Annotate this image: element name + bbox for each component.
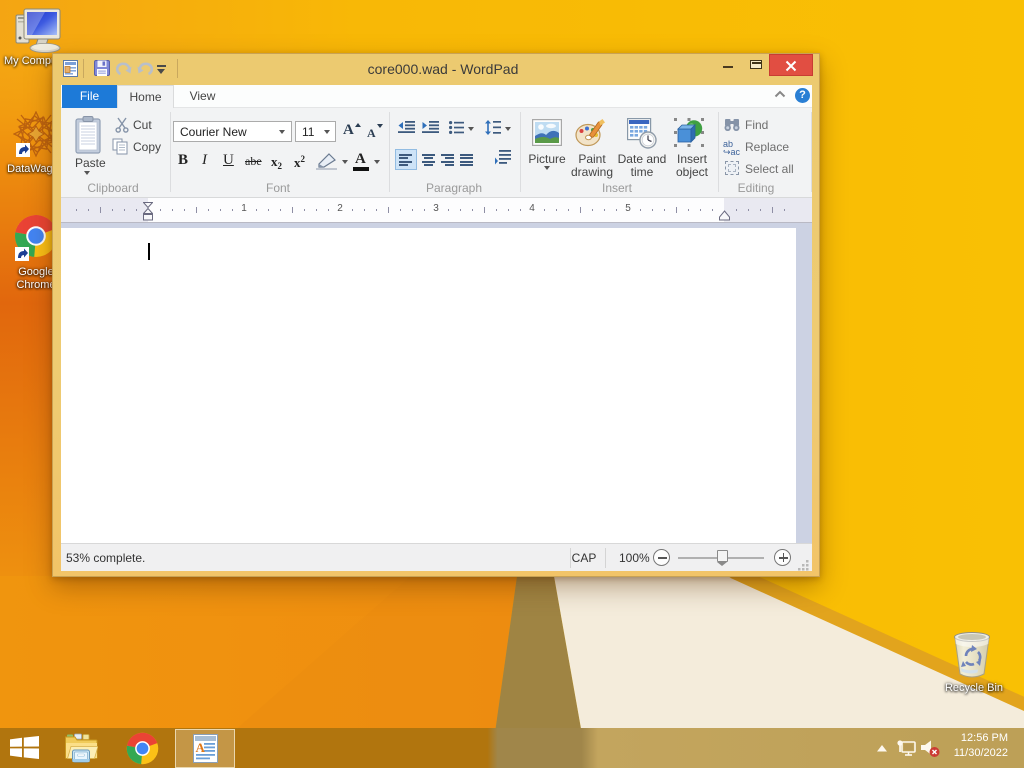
svg-text:A: A [196,740,206,755]
